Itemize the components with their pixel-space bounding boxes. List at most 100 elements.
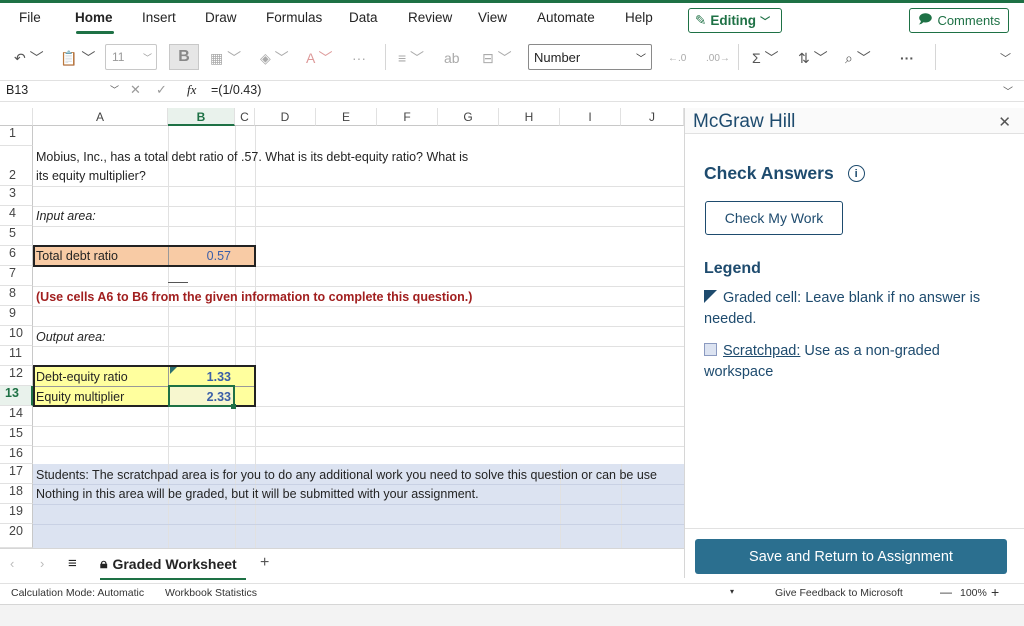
- input-area-label[interactable]: Input area:: [34, 209, 96, 223]
- zoom-out-icon[interactable]: —: [940, 585, 952, 599]
- column-header-d[interactable]: D: [255, 108, 316, 126]
- row-header-8[interactable]: 8: [0, 286, 33, 306]
- scratchpad-note-1[interactable]: Students: The scratchpad area is for you…: [34, 468, 657, 482]
- menu-help[interactable]: Help: [625, 10, 653, 25]
- output-area-label[interactable]: Output area:: [34, 330, 106, 344]
- scroll-right-icon[interactable]: ›: [40, 556, 44, 571]
- row-header-18[interactable]: 18: [0, 484, 33, 504]
- column-header-c[interactable]: C: [235, 108, 255, 126]
- fill-color-icon[interactable]: ◈ ﹀: [260, 44, 289, 72]
- merge-icon[interactable]: ⊟ ﹀: [482, 44, 512, 72]
- row-header-7[interactable]: 7: [0, 266, 33, 286]
- scroll-left-icon[interactable]: ‹: [10, 556, 14, 571]
- menu-insert[interactable]: Insert: [142, 10, 176, 25]
- sheet-tab-graded-worksheet[interactable]: 🔒︎ Graded Worksheet: [100, 555, 237, 572]
- equity-multiplier-value[interactable]: 2.33: [170, 390, 231, 404]
- sort-filter-icon[interactable]: ⇅ ﹀: [798, 44, 828, 72]
- question-line-1[interactable]: Mobius, Inc., has a total debt ratio of …: [34, 150, 468, 164]
- find-icon[interactable]: ⌕ ﹀: [845, 44, 871, 72]
- row-header-2[interactable]: 2: [0, 146, 33, 186]
- row-header-16[interactable]: 16: [0, 446, 33, 464]
- row-header-6[interactable]: 6: [0, 246, 33, 266]
- column-header-e[interactable]: E: [316, 108, 377, 126]
- row-header-12[interactable]: 12: [0, 366, 33, 386]
- row-header-17[interactable]: 17: [0, 464, 33, 484]
- undo-icon[interactable]: ↶ ﹀: [14, 44, 44, 72]
- clipboard-icon[interactable]: 📋 ﹀: [60, 44, 95, 72]
- autosum-icon[interactable]: Σ ﹀: [752, 44, 779, 72]
- feedback-link[interactable]: Give Feedback to Microsoft: [775, 587, 903, 599]
- more-font-icon[interactable]: ···: [352, 44, 366, 72]
- formula-input[interactable]: =(1/0.43): [211, 83, 261, 97]
- column-header-i[interactable]: I: [560, 108, 621, 126]
- menu-home[interactable]: Home: [75, 10, 113, 25]
- menu-automate[interactable]: Automate: [537, 10, 595, 25]
- function-icon[interactable]: fx: [187, 82, 196, 98]
- chevron-down-icon[interactable]: ▾: [730, 587, 734, 596]
- number-format-select[interactable]: Number ﹀: [528, 44, 652, 70]
- editing-mode-button[interactable]: ✎ Editing ﹀: [688, 8, 782, 33]
- all-sheets-icon[interactable]: ≡: [68, 555, 77, 572]
- row-header-10[interactable]: 10: [0, 326, 33, 346]
- column-header-j[interactable]: J: [621, 108, 684, 126]
- comments-button[interactable]: 🗩 Comments: [909, 8, 1009, 33]
- select-all-corner[interactable]: [0, 108, 33, 126]
- scratchpad-note-2[interactable]: Nothing in this area will be graded, but…: [34, 487, 479, 501]
- decrease-decimal-icon[interactable]: .00→: [706, 44, 730, 72]
- column-header-h[interactable]: H: [499, 108, 560, 126]
- accessibility-icon[interactable]: i: [847, 165, 865, 182]
- menu-view[interactable]: View: [478, 10, 507, 25]
- menu-draw[interactable]: Draw: [205, 10, 237, 25]
- menu-review[interactable]: Review: [408, 10, 452, 25]
- increase-decimal-icon[interactable]: ←.0: [668, 44, 686, 72]
- equity-multiplier-label[interactable]: Equity multiplier: [34, 390, 124, 404]
- spreadsheet-grid[interactable]: A B C D E F G H I J 1 2 3 4 5 6 7 8 9 10…: [0, 108, 684, 548]
- row-header-19[interactable]: 19: [0, 504, 33, 524]
- calculation-mode[interactable]: Calculation Mode: Automatic: [11, 587, 144, 599]
- zoom-level[interactable]: 100%: [960, 587, 987, 599]
- row-header-14[interactable]: 14: [0, 406, 33, 426]
- column-header-b[interactable]: B: [168, 108, 235, 126]
- row-header-4[interactable]: 4: [0, 206, 33, 226]
- debt-equity-value[interactable]: 1.33: [170, 370, 231, 384]
- row-header-3[interactable]: 3: [0, 186, 33, 206]
- save-return-button[interactable]: Save and Return to Assignment: [695, 539, 1007, 574]
- column-header-g[interactable]: G: [438, 108, 499, 126]
- expand-formula-icon[interactable]: ﹀: [1003, 83, 1013, 98]
- font-color-icon[interactable]: A ﹀: [306, 44, 332, 72]
- row-header-11[interactable]: 11: [0, 346, 33, 366]
- cancel-icon[interactable]: ✕: [130, 82, 141, 98]
- question-line-2[interactable]: its equity multiplier?: [34, 169, 146, 183]
- menu-data[interactable]: Data: [349, 10, 378, 25]
- column-header-f[interactable]: F: [377, 108, 438, 126]
- more-options-icon[interactable]: ···: [900, 44, 914, 72]
- menu-formulas[interactable]: Formulas: [266, 10, 322, 25]
- chevron-down-icon[interactable]: ﹀: [110, 83, 119, 96]
- row-header-13[interactable]: 13: [0, 386, 33, 406]
- check-my-work-button[interactable]: Check My Work: [705, 201, 843, 235]
- font-size-select[interactable]: 11 ﹀: [105, 44, 157, 70]
- scratchpad-link[interactable]: Scratchpad:: [723, 343, 800, 359]
- align-icon[interactable]: ≡ ﹀: [398, 44, 424, 72]
- row-header-9[interactable]: 9: [0, 306, 33, 326]
- confirm-icon[interactable]: ✓: [156, 82, 167, 98]
- close-icon[interactable]: ✕: [998, 113, 1011, 131]
- total-debt-value[interactable]: 0.57: [170, 249, 231, 263]
- bold-button[interactable]: B: [169, 44, 199, 70]
- zoom-in-icon[interactable]: +: [991, 584, 999, 600]
- row-header-5[interactable]: 5: [0, 226, 33, 246]
- row-header-15[interactable]: 15: [0, 426, 33, 446]
- borders-icon[interactable]: ▦ ﹀: [210, 44, 241, 72]
- debt-equity-label[interactable]: Debt-equity ratio: [34, 370, 128, 384]
- column-header-a[interactable]: A: [33, 108, 168, 126]
- ribbon-expand-icon[interactable]: ﹀: [1000, 44, 1011, 72]
- menu-file[interactable]: File: [19, 10, 41, 25]
- workbook-statistics[interactable]: Workbook Statistics: [165, 587, 257, 599]
- fill-handle[interactable]: [231, 404, 236, 409]
- add-sheet-button[interactable]: +: [260, 554, 269, 572]
- total-debt-label[interactable]: Total debt ratio: [34, 249, 118, 263]
- row-header-20[interactable]: 20: [0, 524, 33, 548]
- row-header-1[interactable]: 1: [0, 126, 33, 146]
- wrap-text-icon[interactable]: ab: [444, 44, 460, 72]
- name-box[interactable]: B13: [6, 83, 28, 97]
